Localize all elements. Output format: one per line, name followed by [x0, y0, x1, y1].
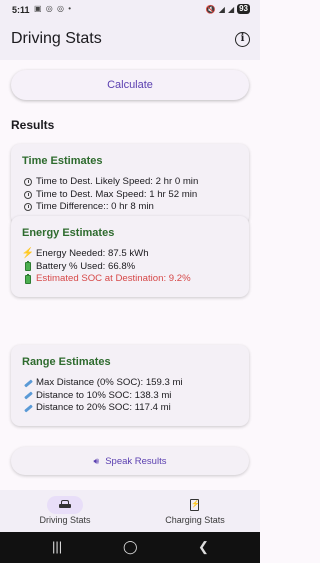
- ruler-icon: [22, 391, 34, 400]
- nav-charging-stats[interactable]: ⚡ Charging Stats: [130, 490, 260, 532]
- mute-icon: 🔇: [205, 4, 216, 14]
- status-right-icons: 🔇 ◢ ◢ 93: [206, 4, 250, 14]
- nav-driving-stats[interactable]: Driving Stats: [0, 490, 130, 532]
- speak-results-button[interactable]: 🔊︎ Speak Results: [11, 447, 249, 475]
- range-estimates-card: Range Estimates Max Distance (0% SOC): 1…: [11, 345, 249, 426]
- lightning-icon: ⚡: [21, 248, 35, 259]
- time-estimates-card: Time Estimates Time to Dest. Likely Spee…: [11, 144, 249, 225]
- list-item: Battery % Used: 66.8%: [22, 261, 238, 274]
- car-icon: [47, 496, 83, 514]
- card-title: Energy Estimates: [22, 227, 115, 239]
- list-item: Max Distance (0% SOC): 159.3 mi: [22, 377, 238, 390]
- list-item: Time to Dest. Max Speed: 1 hr 52 min: [22, 189, 238, 202]
- list-item: Time Difference:: 0 hr 8 min: [22, 201, 238, 214]
- back-icon[interactable]: ❮: [198, 539, 209, 555]
- clock-icon: [22, 203, 34, 212]
- home-icon[interactable]: ◯: [123, 539, 138, 555]
- nav-label: Charging Stats: [165, 515, 225, 525]
- calculate-button[interactable]: Calculate: [11, 70, 249, 100]
- battery-indicator: 93: [237, 4, 250, 14]
- page-title: Driving Stats: [11, 30, 102, 47]
- speak-label: Speak Results: [105, 456, 167, 467]
- list-item: Distance to 10% SOC: 138.3 mi: [22, 390, 238, 403]
- clock-icon: [22, 190, 34, 199]
- recents-icon[interactable]: |||: [52, 539, 62, 554]
- list-item: Estimated SOC at Destination: 9.2%: [22, 273, 238, 286]
- list-item: ⚡ Energy Needed: 87.5 kWh: [21, 248, 149, 259]
- list-item: Time to Dest. Likely Speed: 2 hr 0 min: [22, 176, 238, 189]
- energy-estimates-card: Energy Estimates ⚡ Energy Needed: 87.5 k…: [11, 216, 249, 297]
- app-bar: Driving Stats i: [0, 20, 260, 60]
- ev-charger-icon: ⚡: [177, 496, 213, 514]
- ruler-icon: [22, 404, 34, 413]
- results-heading: Results: [11, 118, 55, 132]
- info-icon[interactable]: i: [235, 32, 250, 47]
- status-time: 5:11: [12, 5, 30, 15]
- system-navigation-bar: ||| ◯ ❮: [0, 532, 260, 563]
- nav-label: Driving Stats: [39, 515, 91, 525]
- speaker-icon: 🔊︎: [93, 456, 100, 466]
- clock-icon: [22, 178, 34, 187]
- status-bar: 5:11 ▣ ◎ ◎ • 🔇 ◢ ◢ 93: [0, 0, 260, 20]
- notification-icons: ▣ ◎ ◎ •: [34, 4, 72, 13]
- card-title: Time Estimates: [22, 155, 103, 167]
- wifi-icon: ◢: [218, 4, 225, 14]
- card-title: Range Estimates: [22, 356, 111, 368]
- battery-icon: [22, 261, 34, 272]
- ruler-icon: [22, 379, 34, 388]
- battery-icon: [22, 273, 34, 284]
- signal-icon: ◢: [227, 4, 235, 14]
- list-item: Distance to 20% SOC: 117.4 mi: [22, 402, 238, 415]
- bottom-navigation: Driving Stats ⚡ Charging Stats: [0, 490, 260, 532]
